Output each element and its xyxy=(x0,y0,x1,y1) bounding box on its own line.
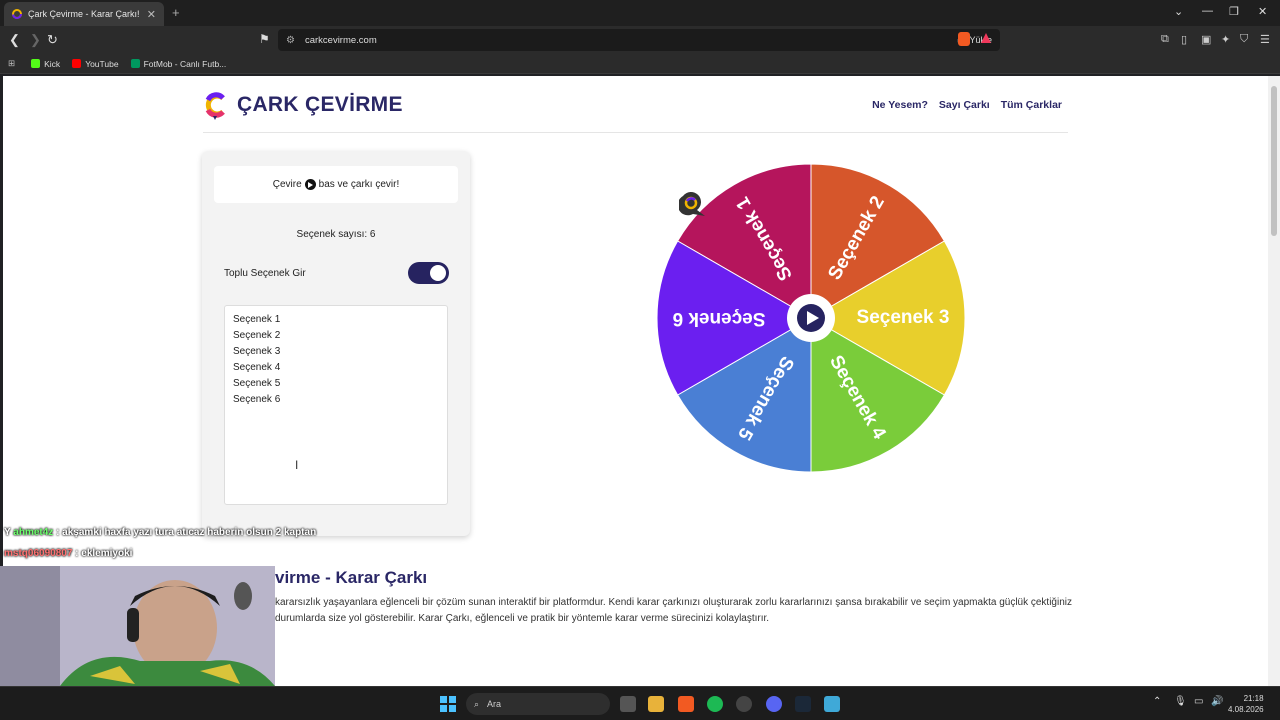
forward-icon[interactable]: ❯ xyxy=(30,32,41,48)
bookmark-icon[interactable]: ⚑ xyxy=(259,32,270,46)
wheel-segment-label: Seçenek 3 xyxy=(857,307,950,328)
chat-message: mstq06090807 : eklemiyoki xyxy=(4,548,132,559)
extensions-icon[interactable]: ⧉ xyxy=(1161,33,1169,46)
browser-toolbar: ❮ ❯ ↻ ⚑ ⚙ carkcevirme.com ▭ Yükle xyxy=(0,26,1280,54)
tab-title: Çark Çevirme - Karar Çarkı! xyxy=(28,9,140,19)
chat-username: mstq06090807 xyxy=(4,548,73,559)
site-logo[interactable]: ÇARK ÇEVİRME xyxy=(203,90,403,120)
kick-icon xyxy=(31,59,41,68)
task-view-icon[interactable] xyxy=(620,696,636,712)
reload-icon[interactable]: ↻ xyxy=(47,32,58,48)
scrollbar-thumb[interactable] xyxy=(1271,86,1277,236)
new-tab-icon[interactable]: + xyxy=(172,5,180,20)
address-bar[interactable]: ⚙ carkcevirme.com ▭ Yükle xyxy=(278,29,1000,51)
network-icon[interactable]: ▭ xyxy=(1194,696,1203,707)
window-close-icon[interactable]: ✕ xyxy=(1258,5,1267,18)
option-line: Seçenek 4 xyxy=(233,362,281,373)
logo-icon xyxy=(205,92,225,120)
microphone-icon[interactable]: 🎙 xyxy=(1174,696,1187,707)
spotify-icon[interactable] xyxy=(707,696,723,712)
wheel-pointer-icon xyxy=(679,192,705,216)
logo-text: ÇARK ÇEVİRME xyxy=(237,93,403,116)
bookmark-youtube[interactable]: YouTube xyxy=(72,59,119,69)
spin-hint: Çevire bas ve çarkı çevir! xyxy=(214,166,458,203)
steam-icon[interactable] xyxy=(795,696,811,712)
content-heading: virme - Karar Çarkı xyxy=(275,568,428,587)
header-divider xyxy=(203,132,1068,133)
bulk-input-label: Toplu Seçenek Gir xyxy=(224,268,306,279)
page-scrollbar[interactable] xyxy=(1268,76,1280,686)
system-clock[interactable]: 21:18 4.08.2026 xyxy=(1228,693,1264,715)
site-favicon-icon xyxy=(12,9,22,19)
option-line: Seçenek 6 xyxy=(233,394,281,405)
bookmark-fotmob[interactable]: FotMob - Canlı Futb... xyxy=(130,59,226,69)
play-icon xyxy=(304,179,316,190)
chat-message: Y ahmet4z : akşamki haxfa yazı tura atıc… xyxy=(4,527,316,538)
start-icon[interactable] xyxy=(440,696,456,712)
wallet-icon[interactable]: ▣ xyxy=(1201,33,1211,46)
nav-link-tum-carklar[interactable]: Tüm Çarklar xyxy=(1001,99,1062,111)
file-explorer-icon[interactable] xyxy=(648,696,664,712)
brave-browser-icon[interactable] xyxy=(678,696,694,712)
top-navigation: Ne Yesem? Sayı Çarkı Tüm Çarklar xyxy=(872,99,1062,111)
option-line: Seçenek 2 xyxy=(233,330,281,341)
bookmarks-bar: ⊞ Kick YouTube FotMob - Canlı Futb... xyxy=(0,54,1280,74)
windows-taskbar: ⌕ Ara ⌃ 🎙 ▭ 🔊 21:18 4.08.2026 xyxy=(0,686,1280,720)
taskbar-search[interactable]: ⌕ Ara xyxy=(466,693,610,715)
notepad-icon[interactable] xyxy=(824,696,840,712)
vpn-icon[interactable]: ⛉ xyxy=(1240,33,1248,46)
option-count: Seçenek sayısı: 6 xyxy=(296,229,376,240)
browser-tab[interactable]: Çark Çevirme - Karar Çarkı! ✕ xyxy=(4,2,164,26)
content-paragraph: kararsızlık yaşayanlara eğlenceli bir çö… xyxy=(275,597,1073,624)
brave-rewards-icon[interactable] xyxy=(981,33,991,43)
badge-icon: Y xyxy=(4,527,11,538)
browser-tab-bar: Çark Çevirme - Karar Çarkı! ✕ + ⌄ — ❐ ✕ xyxy=(0,0,1280,26)
tab-list-icon[interactable]: ⌄ xyxy=(1174,5,1183,18)
options-textarea[interactable]: Seçenek 1 Seçenek 2 Seçenek 3 Seçenek 4 … xyxy=(224,305,448,505)
options-panel: Çevire bas ve çarkı çevir! Seçenek sayıs… xyxy=(202,151,470,536)
streamer-image xyxy=(0,566,275,686)
restore-icon[interactable]: ❐ xyxy=(1229,5,1239,18)
minimize-icon[interactable]: — xyxy=(1202,5,1213,17)
tray-overflow-icon[interactable]: ⌃ xyxy=(1153,696,1161,707)
option-line: Seçenek 5 xyxy=(233,378,281,389)
option-line: Seçenek 1 xyxy=(233,314,281,325)
search-icon: ⌕ xyxy=(474,698,480,709)
option-line: Seçenek 3 xyxy=(233,346,281,357)
nav-link-sayi-carki[interactable]: Sayı Çarkı xyxy=(939,99,990,111)
bulk-input-toggle[interactable] xyxy=(408,262,449,284)
webcam-overlay xyxy=(0,566,275,686)
toggle-knob xyxy=(430,265,446,281)
bookmark-kick[interactable]: Kick xyxy=(31,59,60,69)
sidebar-icon[interactable]: ▯ xyxy=(1181,33,1187,46)
leo-ai-icon[interactable]: ✦ xyxy=(1221,33,1230,46)
wheel-segment-label: Seçenek 6 xyxy=(673,308,766,329)
close-tab-icon[interactable]: ✕ xyxy=(147,8,156,21)
apps-grid-icon[interactable]: ⊞ xyxy=(8,58,15,69)
brave-shields-icon[interactable] xyxy=(958,32,970,46)
youtube-icon xyxy=(72,59,82,68)
chat-text: : eklemiyoki xyxy=(75,548,133,559)
site-info-icon[interactable]: ⚙ xyxy=(286,35,295,46)
menu-icon[interactable]: ☰ xyxy=(1260,33,1270,46)
fotmob-icon xyxy=(130,59,140,68)
chat-text: : akşamki haxfa yazı tura atıcaz haberin… xyxy=(56,527,317,538)
text-cursor-icon: I xyxy=(295,458,299,472)
volume-icon[interactable]: 🔊 xyxy=(1211,696,1223,707)
app-icon[interactable] xyxy=(736,696,752,712)
chat-username: ahmet4z xyxy=(13,527,54,538)
nav-link-ne-yesem[interactable]: Ne Yesem? xyxy=(872,99,928,111)
discord-icon[interactable] xyxy=(766,696,782,712)
back-icon[interactable]: ❮ xyxy=(9,32,20,48)
url-text: carkcevirme.com xyxy=(304,34,377,46)
